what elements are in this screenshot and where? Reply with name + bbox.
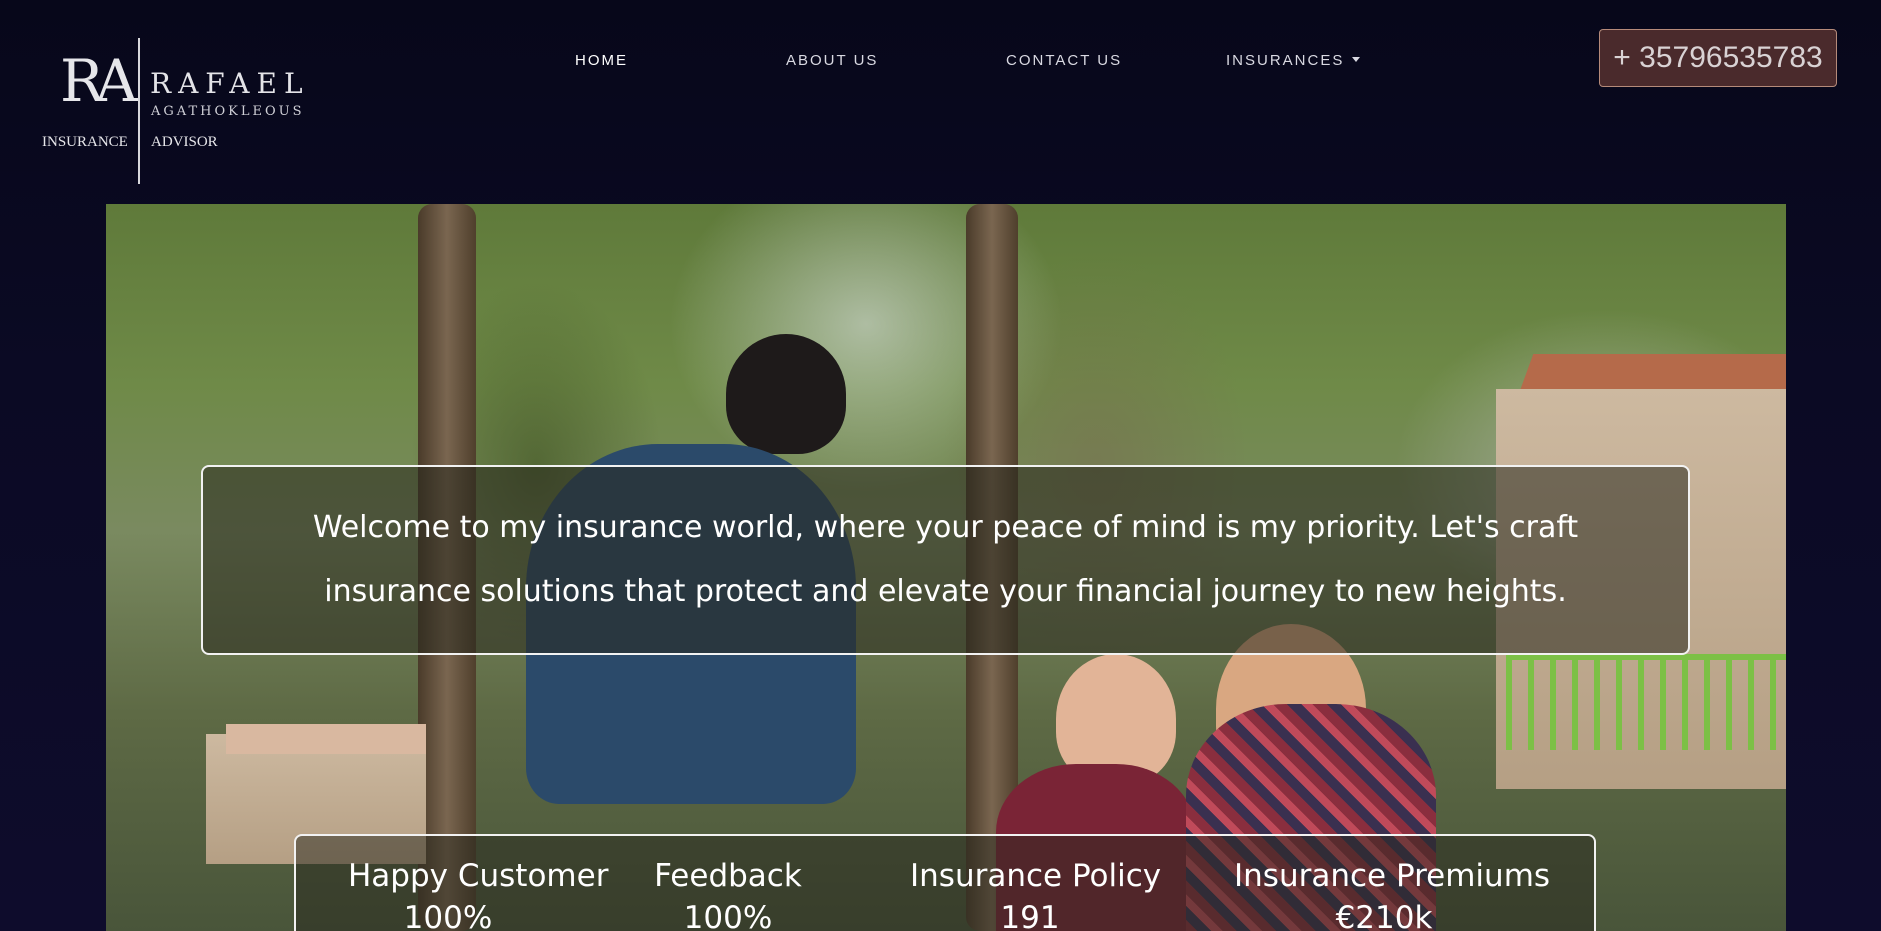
nav-insurances[interactable]: INSURANCES — [1226, 52, 1361, 69]
stat-label: Insurance Policy — [910, 858, 1162, 894]
stat-insurance-policy: Insurance Policy 191 — [910, 858, 1162, 931]
chevron-down-icon — [1352, 56, 1361, 62]
stat-happy-customer: Happy Customer 100% — [348, 858, 609, 931]
stats-panel: Happy Customer 100% Feedback 100% Insura… — [294, 834, 1596, 931]
stat-label: Insurance Premiums — [1234, 858, 1551, 894]
stat-value: 100% — [683, 900, 773, 931]
stat-insurance-premiums: Insurance Premiums €210k — [1234, 858, 1551, 931]
stat-label: Happy Customer — [348, 858, 609, 894]
stat-feedback: Feedback 100% — [648, 858, 808, 931]
nav-home[interactable]: HOME — [575, 52, 628, 69]
logo-caption-right: ADVISOR — [151, 134, 218, 150]
logo-surname: AGATHOKLEOUS — [151, 104, 305, 119]
welcome-text: Welcome to my insurance world, where you… — [312, 510, 1579, 609]
logo-caption-left: INSURANCE — [42, 134, 128, 150]
nav-insurances-label: INSURANCES — [1226, 52, 1345, 69]
stat-value: 100% — [403, 900, 493, 931]
nav-contact-us[interactable]: CONTACT US — [1006, 52, 1122, 69]
stat-value: €210k — [1335, 900, 1433, 931]
welcome-message-box: Welcome to my insurance world, where you… — [201, 465, 1690, 655]
hero-banner: Welcome to my insurance world, where you… — [106, 204, 1786, 931]
stat-label: Feedback — [654, 858, 802, 894]
stat-value: 191 — [1000, 900, 1060, 931]
phone-button[interactable]: + 35796535783 — [1599, 29, 1837, 87]
nav-about-us[interactable]: ABOUT US — [786, 52, 878, 69]
